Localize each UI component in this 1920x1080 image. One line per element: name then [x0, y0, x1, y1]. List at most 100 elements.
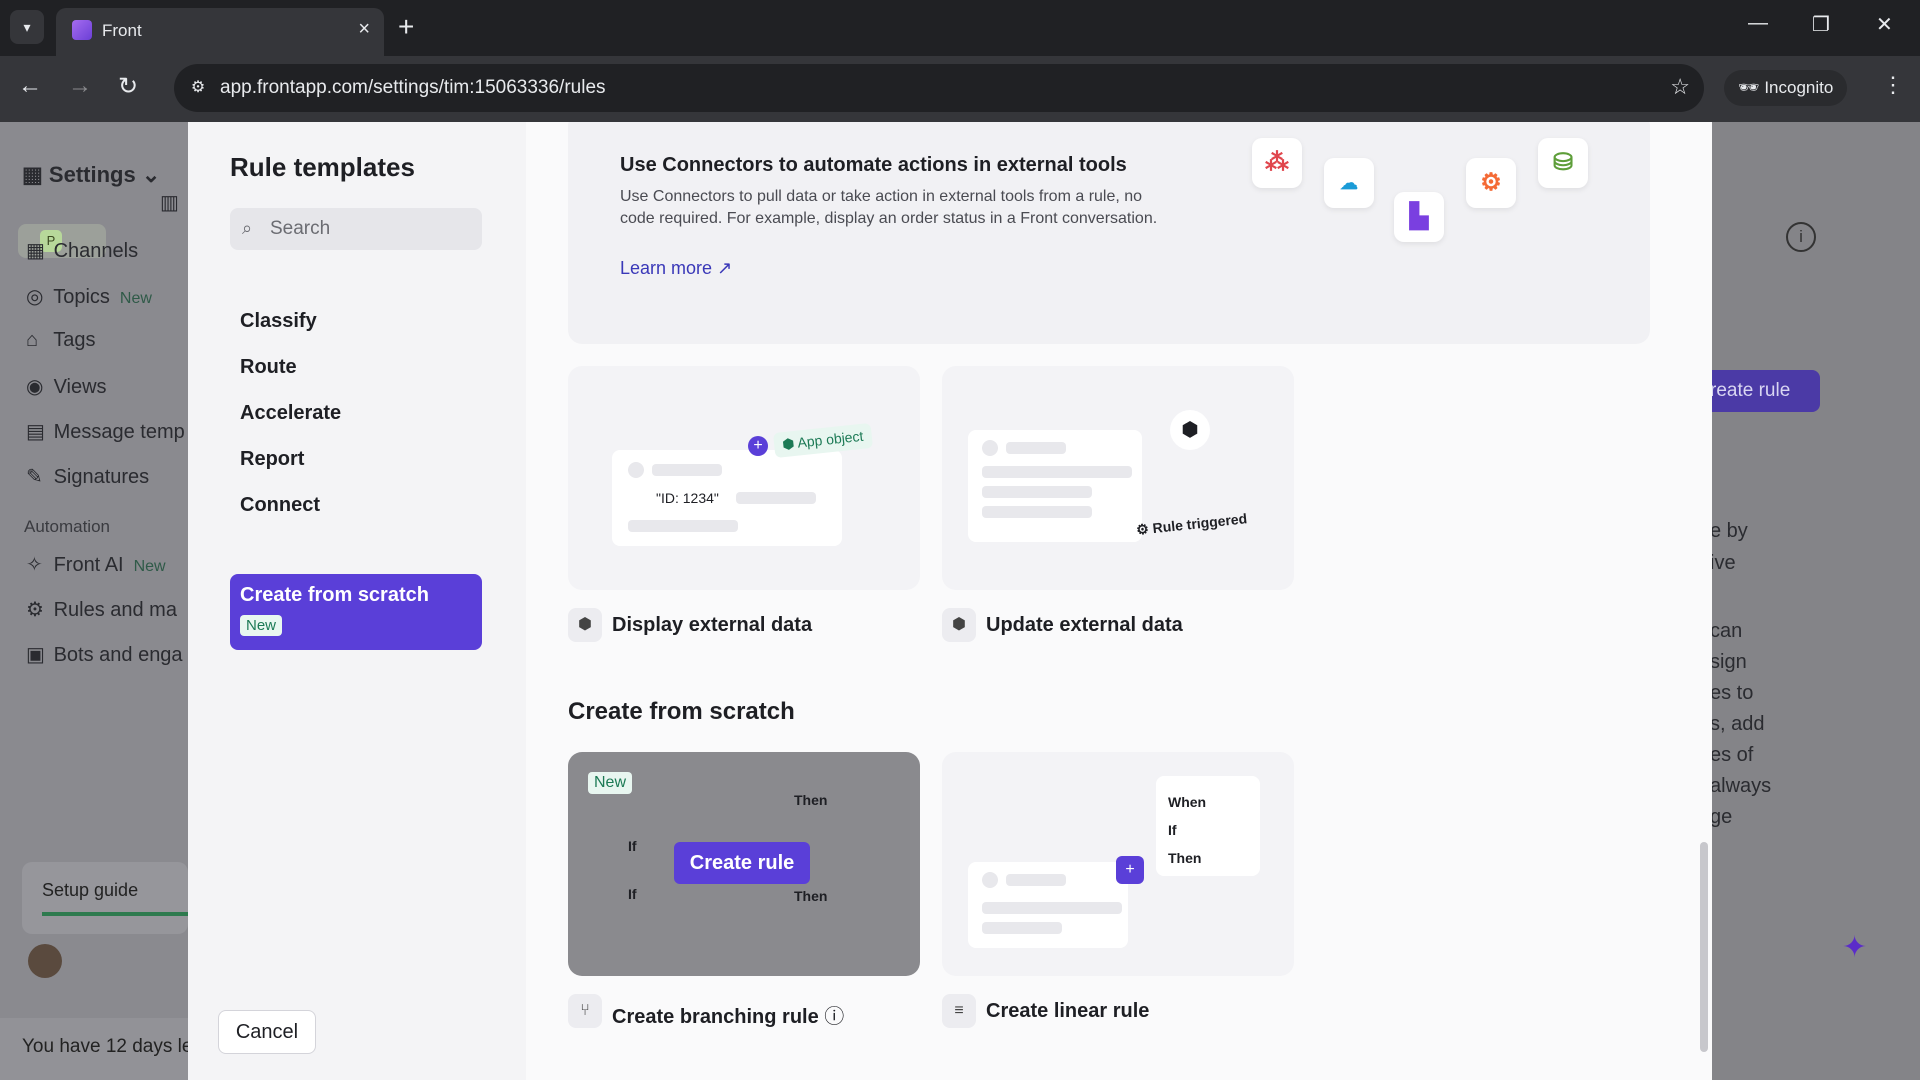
section-title: Create from scratch	[568, 698, 795, 725]
tab-close-icon[interactable]: ×	[358, 18, 370, 41]
info-icon[interactable]: i	[1786, 222, 1816, 252]
category-create-from-scratch[interactable]: Create from scratch New	[230, 574, 482, 650]
salesforce-logo-icon: ☁	[1324, 158, 1374, 208]
card-label[interactable]: Create linear rule	[986, 1000, 1149, 1023]
forward-icon[interactable]: →	[68, 72, 92, 100]
flow-then: Then	[794, 888, 828, 904]
front-favicon-icon	[72, 20, 92, 40]
new-tab-button[interactable]: +	[398, 10, 414, 44]
card-update-external-data[interactable]: ⬢ ⚙ Rule triggered	[942, 366, 1294, 590]
search-box[interactable]: ⌕	[230, 208, 482, 250]
setup-guide[interactable]: Setup guide	[22, 862, 188, 934]
restore-icon[interactable]: ❐	[1812, 12, 1830, 37]
settings-sidebar: ▦ Settings ⌄ P ▥ ▦ Channels ◎ Topics New …	[0, 122, 188, 1080]
card-label[interactable]: Display external data	[612, 614, 812, 637]
create-rule-button[interactable]: Create rule	[674, 842, 810, 884]
sidebar-item-topics[interactable]: ◎ Topics New	[26, 284, 152, 309]
building-icon[interactable]: ▥	[160, 190, 179, 215]
bg-text: es of	[1710, 744, 1754, 766]
skeleton	[982, 506, 1092, 518]
flow-if: If	[1168, 822, 1177, 838]
incognito-icon: 🕶	[1738, 78, 1765, 97]
category-connect[interactable]: Connect	[230, 484, 482, 528]
skeleton	[628, 520, 738, 532]
sidebar-item-message-templates[interactable]: ▤ Message temp	[26, 419, 185, 444]
card-display-external-data[interactable]: "ID: 1234" + ⬢ App object	[568, 366, 920, 590]
trial-banner: You have 12 days le	[0, 1018, 188, 1080]
settings-title[interactable]: ▦ Settings ⌄	[22, 162, 160, 188]
skeleton	[1006, 874, 1066, 886]
setup-progress-bar	[42, 912, 188, 916]
address-bar[interactable]: ⚙ app.frontapp.com/settings/tim:15063336…	[174, 64, 1704, 112]
category-report[interactable]: Report	[230, 438, 482, 482]
tab-list-button[interactable]: ▾	[10, 10, 44, 44]
skeleton	[1006, 442, 1066, 454]
ai-sparkle-icon[interactable]: ✦	[1842, 930, 1867, 965]
sidebar-item-rules[interactable]: ⚙ Rules and ma	[26, 597, 177, 622]
sidebar-item-signatures[interactable]: ✎ Signatures	[26, 464, 149, 489]
close-window-icon[interactable]: ✕	[1876, 12, 1893, 37]
bg-text: s, add	[1710, 713, 1765, 735]
bookmark-star-icon[interactable]: ☆	[1670, 74, 1690, 100]
card-label[interactable]: Create branching rule ⓘ	[612, 1000, 844, 1029]
flow-when: When	[1168, 794, 1207, 810]
search-input[interactable]	[270, 214, 470, 244]
sidebar-item-channels[interactable]: ▦ Channels	[26, 238, 138, 263]
card-create-linear-rule[interactable]: When If Then +	[942, 752, 1294, 976]
channels-icon: ▦	[26, 240, 45, 262]
category-route[interactable]: Route	[230, 346, 482, 390]
automation-section-label: Automation	[24, 517, 110, 536]
minimize-icon[interactable]: —	[1748, 12, 1768, 35]
list-icon: ≡	[942, 994, 976, 1028]
rules-page-right	[1712, 122, 1920, 1080]
card-label[interactable]: Update external data	[986, 614, 1183, 637]
sidebar-item-views[interactable]: ◉ Views	[26, 374, 107, 399]
browser-tab[interactable]: Front ×	[56, 8, 384, 56]
url-text[interactable]: app.frontapp.com/settings/tim:15063336/r…	[220, 77, 606, 99]
cancel-button[interactable]: Cancel	[218, 1010, 316, 1054]
shopify-logo-icon: ⛁	[1538, 138, 1588, 188]
flow-then: Then	[1168, 850, 1202, 866]
cube-icon: ⬢	[568, 608, 602, 642]
category-classify[interactable]: Classify	[230, 300, 482, 344]
branch-icon: ⑂	[568, 994, 602, 1028]
bg-text: es to	[1710, 682, 1754, 704]
rule-templates-modal: Rule templates ⌕ Classify Route Accelera…	[188, 122, 1712, 1080]
flow-if: If	[628, 886, 637, 902]
asana-logo-icon: ⁂	[1252, 138, 1302, 188]
back-icon[interactable]: ←	[18, 72, 42, 100]
bg-text: ge	[1710, 806, 1733, 828]
banner-title: Use Connectors to automate actions in ex…	[620, 154, 1127, 176]
skeleton	[982, 466, 1132, 478]
card-create-branching-rule[interactable]: New Then If If Then Create rule	[568, 752, 920, 976]
flow-then: Then	[794, 792, 828, 808]
learn-more-link[interactable]: Learn more ↗	[620, 258, 732, 279]
topics-icon: ◎	[26, 286, 44, 308]
browser-tabbar: ▾ Front × + — ❐ ✕	[0, 0, 1920, 56]
bg-text: always	[1710, 775, 1772, 797]
bg-text: can	[1710, 620, 1743, 642]
incognito-indicator[interactable]: 🕶 Incognito	[1724, 70, 1848, 106]
skeleton	[982, 922, 1062, 934]
modal-scrollbar[interactable]	[1700, 842, 1708, 1052]
cube-icon: ⬢	[1170, 410, 1210, 450]
browser-toolbar: ← → ↻ ⚙ app.frontapp.com/settings/tim:15…	[0, 56, 1920, 122]
sidebar-item-bots[interactable]: ▣ Bots and enga	[26, 642, 183, 667]
sidebar-item-tags[interactable]: ⌂ Tags	[26, 329, 95, 352]
site-info-icon[interactable]: ⚙	[186, 76, 210, 100]
sidebar-item-front-ai[interactable]: ✧ Front AI New	[26, 552, 166, 577]
new-badge: New	[240, 615, 283, 636]
bot-icon: ▣	[26, 644, 45, 666]
tag-icon: ⌂	[26, 329, 39, 351]
browser-menu-icon[interactable]: ⋮	[1882, 72, 1904, 98]
app-object-pill: ⬢ App object	[772, 422, 873, 459]
category-accelerate[interactable]: Accelerate	[230, 392, 482, 436]
views-icon: ◉	[26, 376, 44, 398]
user-avatar[interactable]	[28, 944, 62, 978]
info-icon[interactable]: ⓘ	[824, 1006, 844, 1028]
skeleton	[628, 462, 644, 478]
connectors-banner: Use Connectors to automate actions in ex…	[568, 122, 1650, 344]
flow-if: If	[628, 838, 637, 854]
reload-icon[interactable]: ↻	[118, 72, 138, 101]
chevron-down-icon: ⌄	[135, 162, 161, 187]
